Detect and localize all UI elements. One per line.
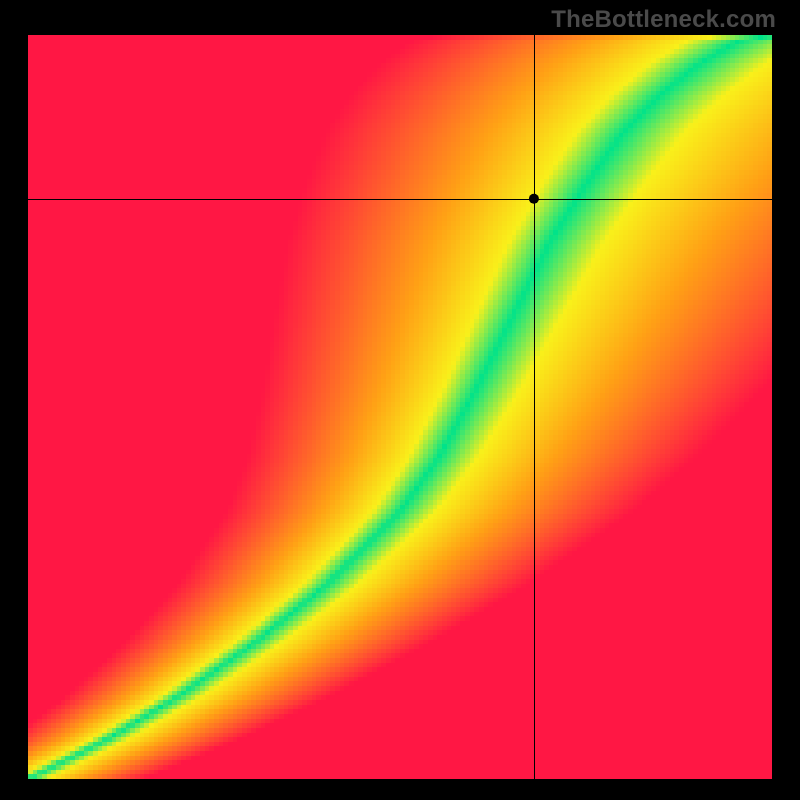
- chart-frame: TheBottleneck.com: [0, 0, 800, 800]
- plot-area: [28, 35, 772, 779]
- watermark-text: TheBottleneck.com: [551, 6, 776, 34]
- crosshair-overlay: [28, 35, 772, 779]
